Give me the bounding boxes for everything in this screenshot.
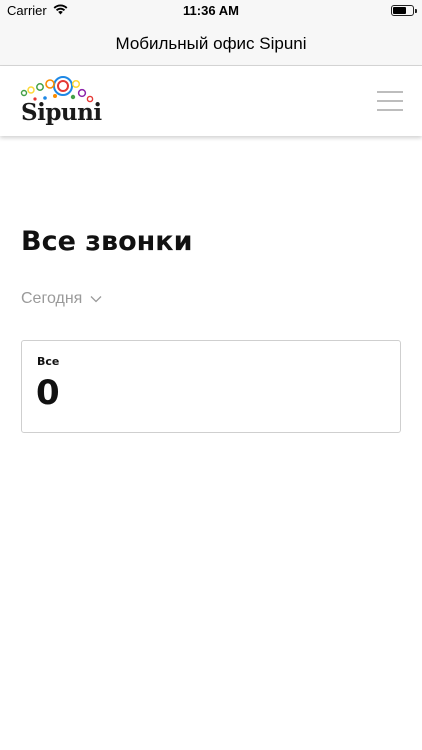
period-selected-label: Сегодня xyxy=(21,290,83,307)
status-time: 11:36 AM xyxy=(183,3,239,18)
status-bar: Carrier 11:36 AM xyxy=(0,0,422,22)
sipuni-logo[interactable]: Sipuni xyxy=(19,74,102,130)
period-dropdown[interactable]: Сегодня xyxy=(21,290,102,308)
battery-icon xyxy=(391,5,417,16)
nav-title: Мобильный офис Sipuni xyxy=(115,33,307,53)
hamburger-menu-icon[interactable] xyxy=(377,91,403,111)
stat-card-value: 0 xyxy=(36,373,60,413)
logo-text: Sipuni xyxy=(21,99,102,126)
page-title: Все звонки xyxy=(21,226,193,257)
status-right xyxy=(391,5,417,16)
site-header: Sipuni xyxy=(0,66,422,136)
stat-card-label: Все xyxy=(37,355,60,368)
stat-card-all[interactable]: Все 0 xyxy=(21,340,401,433)
chevron-down-icon xyxy=(90,296,102,303)
navigation-bar: Мобильный офис Sipuni xyxy=(0,22,422,66)
